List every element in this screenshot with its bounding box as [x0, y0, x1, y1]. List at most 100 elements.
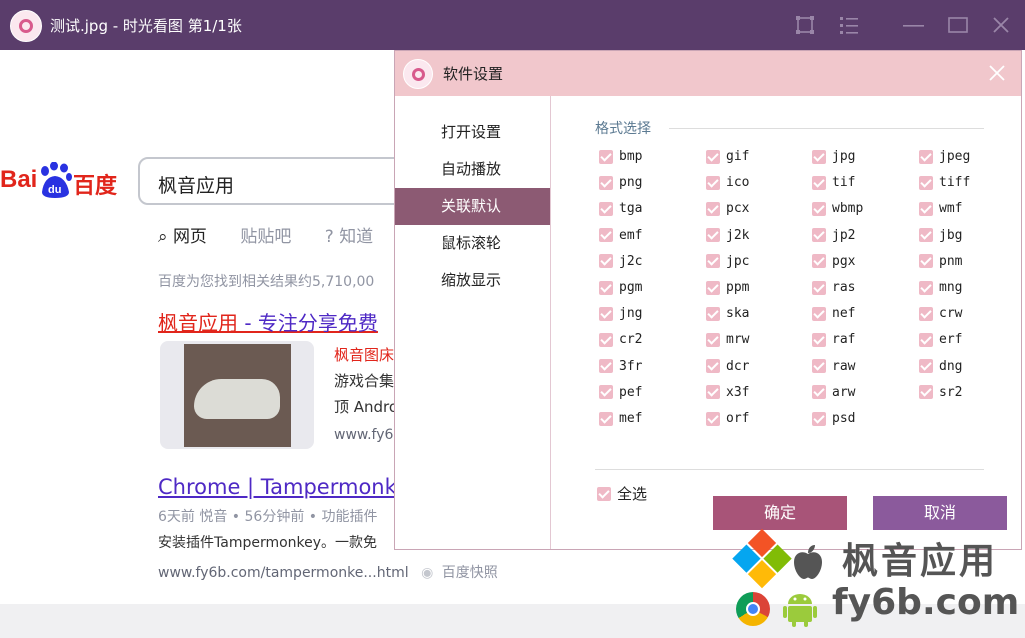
settings-dialog: 软件设置 打开设置 自动播放 关联默认 鼠标滚轮 缩放显示 格式选择 全选 确定 取消 … — [394, 50, 1022, 550]
format-label: mrw — [726, 332, 750, 348]
format-checkbox-wbmp[interactable]: wbmp — [812, 201, 863, 216]
format-checkbox-jp2[interactable]: jp2 — [812, 228, 855, 243]
checkbox-checked-icon — [812, 149, 826, 164]
format-checkbox-j2c[interactable]: j2c — [599, 254, 642, 269]
format-checkbox-jpc[interactable]: jpc — [706, 254, 749, 269]
close-icon[interactable] — [988, 12, 1014, 38]
ok-button[interactable]: 确定 — [713, 496, 847, 530]
checkbox-checked-icon — [599, 201, 613, 216]
menu-item-3[interactable]: 鼠标滚轮 — [395, 225, 550, 262]
format-checkbox-emf[interactable]: emf — [599, 228, 642, 243]
format-checkbox-dcr[interactable]: dcr — [706, 359, 749, 374]
minimize-icon[interactable] — [900, 12, 926, 38]
format-checkbox-pcx[interactable]: pcx — [706, 201, 749, 216]
search-tabs: ⌕ 网页 贴贴吧 ? 知道 — [158, 222, 401, 247]
format-checkbox-raf[interactable]: raf — [812, 332, 855, 347]
format-label: emf — [619, 227, 643, 243]
divider — [595, 469, 984, 470]
result-2-url: www.fy6b.com/tampermonke...html ◉ 百度快照 — [158, 565, 498, 581]
checkbox-checked-icon — [599, 332, 613, 347]
menu-item-4[interactable]: 缩放显示 — [395, 262, 550, 299]
result-2-meta: 6天前 悦音 • 56分钟前 • 功能插件 — [158, 509, 378, 525]
checkbox-checked-icon — [599, 280, 613, 295]
format-checkbox-mng[interactable]: mng — [919, 280, 962, 295]
checkbox-checked-icon — [599, 149, 613, 164]
format-checkbox-tga[interactable]: tga — [599, 201, 642, 216]
format-checkbox-erf[interactable]: erf — [919, 332, 962, 347]
format-checkbox-mef[interactable]: mef — [599, 411, 642, 426]
checkbox-checked-icon — [919, 332, 933, 347]
format-checkbox-ras[interactable]: ras — [812, 280, 855, 295]
format-label: jp2 — [832, 227, 856, 243]
dialog-close-icon[interactable] — [987, 63, 1007, 83]
app-logo-icon — [403, 59, 433, 89]
format-checkbox-jpeg[interactable]: jpeg — [919, 149, 970, 164]
maximize-icon[interactable] — [945, 12, 971, 38]
format-checkbox-crw[interactable]: crw — [919, 306, 962, 321]
menu-item-0[interactable]: 打开设置 — [395, 114, 550, 151]
format-label: bmp — [619, 149, 643, 164]
format-checkbox-j2k[interactable]: j2k — [706, 228, 749, 243]
format-label: pgm — [619, 280, 643, 295]
format-label: gif — [726, 149, 750, 164]
format-checkbox-x3f[interactable]: x3f — [706, 385, 749, 400]
format-checkbox-sr2[interactable]: sr2 — [919, 385, 962, 400]
menu-list-icon[interactable] — [836, 12, 862, 38]
select-all-checkbox[interactable]: 全选 — [597, 483, 647, 504]
format-checkbox-orf[interactable]: orf — [706, 411, 749, 426]
checkbox-checked-icon — [599, 359, 613, 374]
format-checkbox-raw[interactable]: raw — [812, 359, 855, 374]
dialog-header: 软件设置 — [395, 51, 1021, 96]
format-group-title: 格式选择 — [595, 121, 651, 137]
format-label: arw — [832, 384, 856, 400]
format-checkbox-ico[interactable]: ico — [706, 175, 749, 190]
format-checkbox-jpg[interactable]: jpg — [812, 149, 855, 164]
format-checkbox-arw[interactable]: arw — [812, 385, 855, 400]
search-query: 枫音应用 — [158, 175, 235, 197]
format-checkbox-cr2[interactable]: cr2 — [599, 332, 642, 347]
checkbox-checked-icon — [812, 175, 826, 190]
format-checkbox-bmp[interactable]: bmp — [599, 149, 642, 164]
baidu-logo-cn: 百度 — [73, 174, 118, 199]
format-checkbox-jbg[interactable]: jbg — [919, 228, 962, 243]
format-label: jbg — [939, 227, 963, 243]
checkbox-checked-icon — [812, 385, 826, 400]
checkbox-checked-icon — [919, 280, 933, 295]
format-checkbox-nef[interactable]: nef — [812, 306, 855, 321]
format-label: wmf — [939, 201, 963, 217]
checkbox-checked-icon — [812, 359, 826, 374]
menu-item-1[interactable]: 自动播放 — [395, 151, 550, 188]
checkbox-checked-icon — [812, 228, 826, 243]
format-checkbox-psd[interactable]: psd — [812, 411, 855, 426]
format-checkbox-pef[interactable]: pef — [599, 385, 642, 400]
checkbox-checked-icon — [919, 201, 933, 216]
format-checkbox-ska[interactable]: ska — [706, 306, 749, 321]
checkbox-checked-icon — [812, 332, 826, 347]
format-checkbox-tif[interactable]: tif — [812, 175, 855, 190]
format-checkbox-png[interactable]: png — [599, 175, 642, 190]
format-checkbox-wmf[interactable]: wmf — [919, 201, 962, 216]
format-label: x3f — [726, 384, 750, 400]
format-checkbox-3fr[interactable]: 3fr — [599, 359, 642, 374]
format-label: jpeg — [939, 149, 971, 164]
watermark-domain: fy6b.com — [832, 582, 1020, 623]
checkbox-checked-icon — [706, 228, 720, 243]
format-checkbox-jng[interactable]: jng — [599, 306, 642, 321]
checkbox-checked-icon — [919, 254, 933, 269]
format-checkbox-pgm[interactable]: pgm — [599, 280, 642, 295]
settings-menu: 打开设置 自动播放 关联默认 鼠标滚轮 缩放显示 — [395, 96, 551, 549]
format-label: 3fr — [619, 358, 643, 374]
format-checkbox-mrw[interactable]: mrw — [706, 332, 749, 347]
group-divider — [669, 128, 984, 129]
format-checkbox-pnm[interactable]: pnm — [919, 254, 962, 269]
cancel-button[interactable]: 取消 — [873, 496, 1007, 530]
menu-item-2[interactable]: 关联默认 — [395, 188, 550, 225]
crop-icon[interactable] — [792, 12, 818, 38]
format-checkbox-gif[interactable]: gif — [706, 149, 749, 164]
format-checkbox-ppm[interactable]: ppm — [706, 280, 749, 295]
format-checkbox-pgx[interactable]: pgx — [812, 254, 855, 269]
checkbox-checked-icon — [706, 359, 720, 374]
checkbox-checked-icon — [706, 149, 720, 164]
format-checkbox-dng[interactable]: dng — [919, 359, 962, 374]
format-checkbox-tiff[interactable]: tiff — [919, 175, 970, 190]
